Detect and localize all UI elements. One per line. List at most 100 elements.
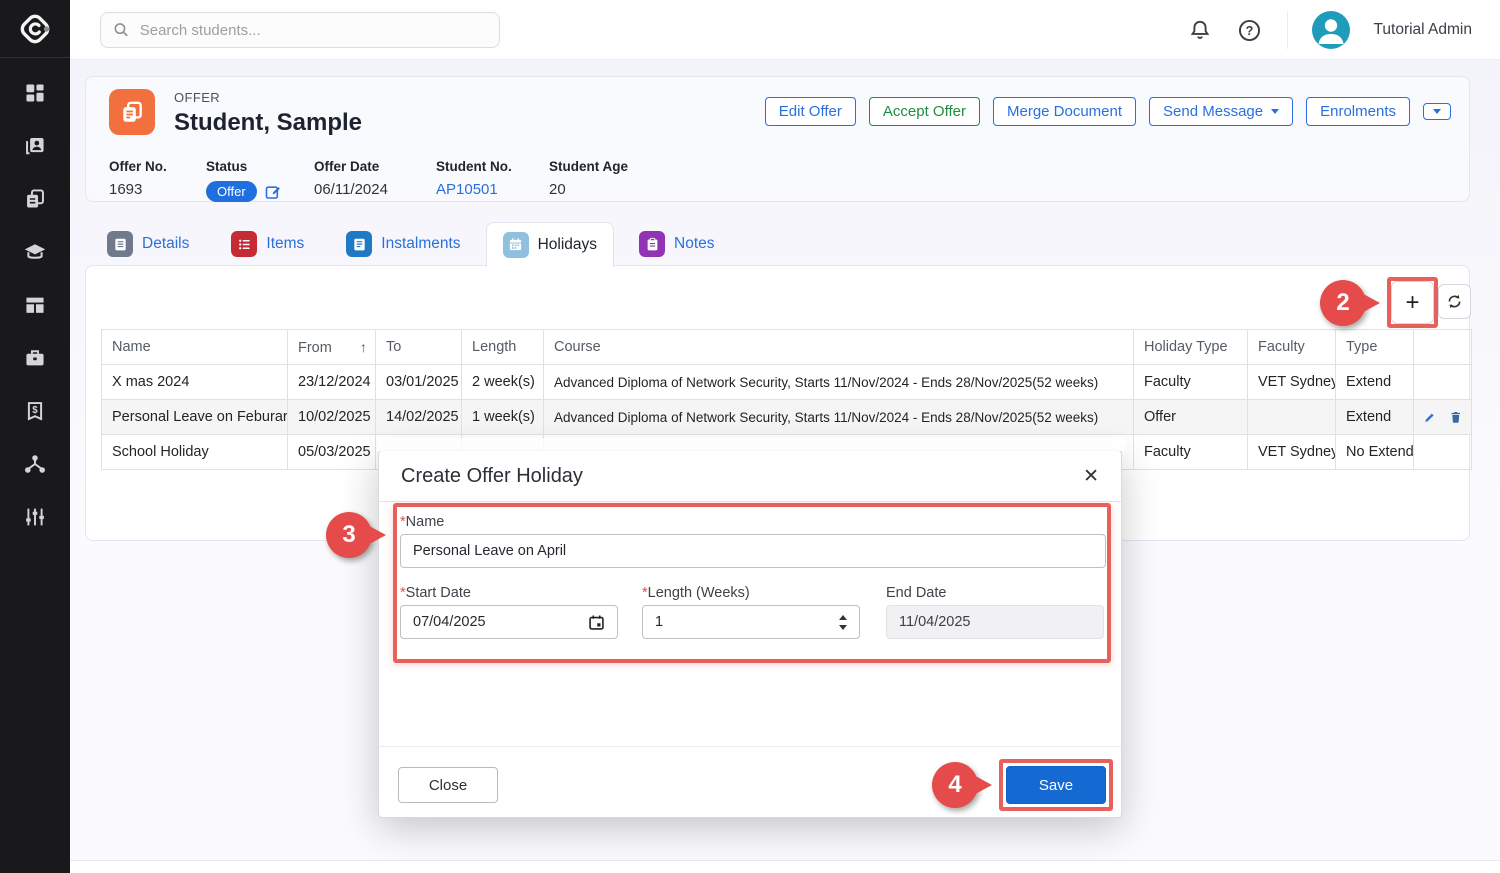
save-button[interactable]: Save (1006, 766, 1106, 804)
chevron-down-icon (1271, 109, 1279, 114)
dashboard-grid-icon (24, 82, 46, 104)
length-weeks-stepper[interactable]: 1 (642, 605, 860, 639)
footer-strip (70, 860, 1500, 873)
cell-actions (1414, 400, 1472, 435)
stepper-up-icon[interactable] (839, 615, 847, 620)
add-holiday-button[interactable]: + (1391, 281, 1434, 324)
holiday-name-input[interactable]: Personal Leave on April (400, 534, 1106, 568)
stepper-down-icon[interactable] (839, 625, 847, 630)
page-title: Student, Sample (174, 109, 362, 137)
start-date-input[interactable]: 07/04/2025 (400, 605, 618, 639)
accept-offer-button[interactable]: Accept Offer (869, 97, 980, 126)
user-name[interactable]: Tutorial Admin (1374, 21, 1473, 39)
student-no-label: Student No. (436, 159, 512, 174)
cell-to: 14/02/2025 (376, 400, 462, 435)
search-input[interactable] (140, 22, 487, 39)
user-avatar[interactable] (1312, 11, 1350, 49)
edit-offer-button[interactable]: Edit Offer (765, 97, 856, 126)
annotation-step-3: 3 (326, 512, 372, 558)
sliders-icon (23, 506, 47, 528)
holidays-tab-icon (503, 232, 529, 258)
col-length[interactable]: Length (462, 330, 544, 365)
col-holiday-type[interactable]: Holiday Type (1134, 330, 1248, 365)
cell-course: Advanced Diploma of Network Security, St… (544, 400, 1134, 435)
sidebar-item-offers[interactable] (15, 186, 55, 212)
sidebar-item-dashboard[interactable] (15, 80, 55, 106)
plus-icon: + (1405, 289, 1419, 317)
col-to[interactable]: To (376, 330, 462, 365)
org-network-icon (23, 453, 47, 475)
merge-document-button[interactable]: Merge Document (993, 97, 1136, 126)
tab-holidays-label: Holidays (538, 236, 597, 254)
create-offer-holiday-modal: Create Offer Holiday ✕ *Name Personal Le… (378, 450, 1122, 818)
calendar-icon[interactable] (588, 614, 605, 631)
cell-type: Extend (1336, 365, 1414, 400)
annotation-highlight-add: + (1387, 277, 1438, 328)
search-icon (113, 21, 130, 39)
chevron-down-icon (1433, 109, 1441, 114)
col-type[interactable]: Type (1336, 330, 1414, 365)
refresh-icon (1446, 293, 1463, 310)
student-card-icon (24, 135, 46, 157)
sidebar-item-finance[interactable]: $ (15, 398, 55, 424)
offer-date-value: 06/11/2024 (314, 181, 388, 198)
sidebar-item-courses[interactable] (15, 239, 55, 265)
notifications-button[interactable] (1187, 17, 1213, 43)
status-badge: Offer (206, 181, 257, 202)
cell-from: 23/12/2024 (288, 365, 376, 400)
annotation-highlight-form (393, 503, 1111, 663)
offer-tabs: Details Items Instalments Holidays (90, 222, 732, 267)
merge-document-label: Merge Document (1007, 103, 1122, 120)
close-button[interactable]: Close (398, 767, 498, 803)
sidebar-item-employment[interactable] (15, 345, 55, 371)
col-from[interactable]: From↑ (288, 330, 376, 365)
edit-row-icon[interactable] (1424, 410, 1436, 425)
refresh-button[interactable] (1438, 284, 1471, 319)
name-field-label: *Name (400, 514, 444, 530)
student-age-label: Student Age (549, 159, 628, 174)
annotation-step-2: 2 (1320, 280, 1366, 326)
sidebar-item-timetable[interactable] (15, 292, 55, 318)
offer-no-field: Offer No. 1693 (109, 159, 167, 198)
send-message-button[interactable]: Send Message (1149, 97, 1293, 126)
help-button[interactable]: ? (1237, 17, 1263, 43)
app-logo[interactable] (0, 0, 70, 58)
sidebar-item-network[interactable] (15, 451, 55, 477)
notes-tab-icon (639, 231, 665, 257)
offer-no-value: 1693 (109, 181, 167, 198)
student-no-link[interactable]: AP10501 (436, 181, 512, 198)
student-no-field: Student No. AP10501 (436, 159, 512, 198)
accept-offer-label: Accept Offer (883, 103, 966, 120)
enrolments-button[interactable]: Enrolments (1306, 97, 1410, 126)
cell-length: 1 week(s) (462, 400, 544, 435)
col-course[interactable]: Course (544, 330, 1134, 365)
tab-instalments[interactable]: Instalments (329, 222, 477, 266)
cell-name: X mas 2024 (102, 365, 288, 400)
col-name[interactable]: Name (102, 330, 288, 365)
student-search[interactable] (100, 12, 500, 48)
help-circle-icon: ? (1238, 19, 1261, 42)
tab-items[interactable]: Items (214, 222, 321, 266)
more-actions-button[interactable] (1423, 103, 1451, 120)
sidebar-item-students[interactable] (15, 133, 55, 159)
send-message-label: Send Message (1163, 103, 1263, 120)
cell-holiday-type: Faculty (1134, 365, 1248, 400)
topbar: ? Tutorial Admin (70, 0, 1500, 60)
col-faculty[interactable]: Faculty (1248, 330, 1336, 365)
tab-notes[interactable]: Notes (622, 222, 732, 266)
tab-details[interactable]: Details (90, 222, 206, 266)
sidebar-item-settings[interactable] (15, 504, 55, 530)
record-type-label: OFFER (174, 90, 220, 105)
student-age-value: 20 (549, 181, 628, 198)
delete-row-icon[interactable] (1450, 409, 1462, 425)
modal-close-icon[interactable]: ✕ (1083, 465, 1099, 488)
student-age-field: Student Age 20 (549, 159, 628, 198)
edit-status-icon[interactable] (265, 184, 281, 200)
start-date-label: *Start Date (400, 585, 471, 601)
user-avatar-icon (1312, 11, 1350, 49)
offer-no-label: Offer No. (109, 159, 167, 174)
cell-course: Advanced Diploma of Network Security, St… (544, 365, 1134, 400)
instalments-tab-icon (346, 231, 372, 257)
offers-documents-icon (24, 188, 46, 210)
tab-holidays[interactable]: Holidays (486, 222, 614, 267)
